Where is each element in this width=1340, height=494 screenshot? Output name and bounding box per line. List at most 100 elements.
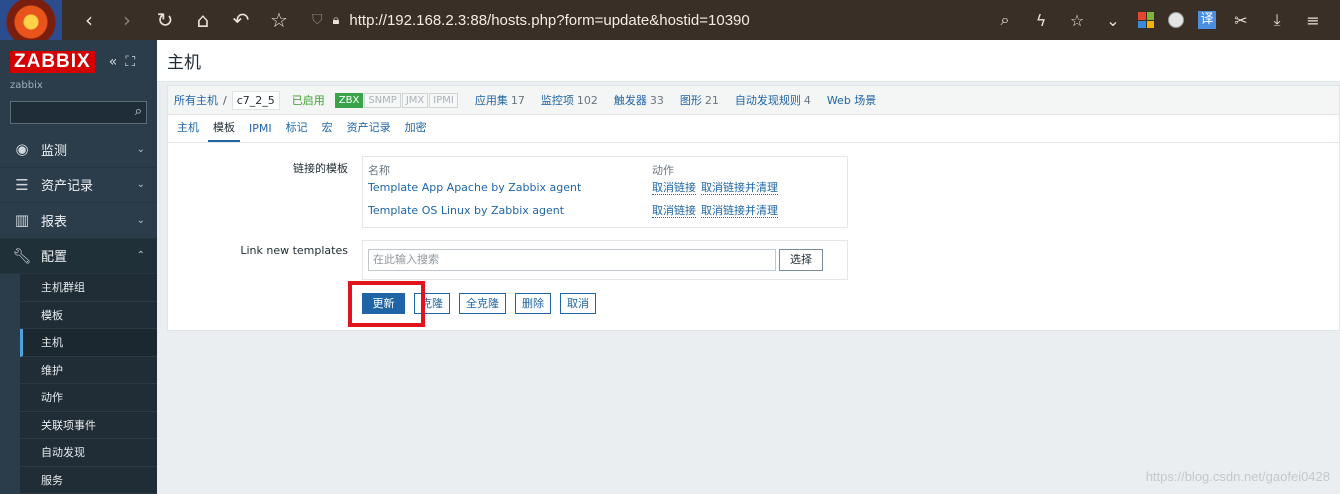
link-label: 应用集: [474, 94, 508, 107]
unlink-button[interactable]: 取消链接: [652, 204, 696, 218]
submenu-hosts[interactable]: 主机: [20, 329, 157, 357]
crumb-discovery-rules[interactable]: 自动发现规则 4: [735, 92, 811, 108]
link-count: 33: [649, 94, 664, 107]
breadcrumb: 所有主机 / c7_2_5 已启用 ZBX SNMP JMX IPMI 应用集 1…: [168, 86, 1339, 115]
badge-snmp: SNMP: [364, 92, 401, 108]
home-icon[interactable]: ⌂: [192, 10, 214, 30]
chevron-down-icon[interactable]: ⌄: [1102, 11, 1124, 30]
tab-host[interactable]: 主机: [172, 119, 204, 142]
server-name: zabbix: [10, 80, 43, 91]
select-button[interactable]: 选择: [779, 249, 823, 271]
host-form-panel: 所有主机 / c7_2_5 已启用 ZBX SNMP JMX IPMI 应用集 1…: [167, 85, 1340, 331]
bar-chart-icon: ▥: [14, 211, 30, 230]
kiosk-mode-icon[interactable]: ⛶: [125, 54, 135, 70]
link-label: 触发器: [613, 94, 647, 107]
submenu-host-groups[interactable]: 主机群组: [20, 274, 157, 302]
menu-inventory[interactable]: ☰ 资产记录 ⌄: [0, 168, 157, 203]
menu-label: 配置: [41, 250, 68, 266]
link-new-templates-box: 在此输入搜索 选择: [362, 240, 848, 280]
chevron-down-icon: ⌄: [136, 143, 145, 155]
link-label: 监控项: [540, 94, 574, 107]
main-menu: ◉ 监测 ⌄ ☰ 资产记录 ⌄ ▥ 报表 ⌄ 🔧︎ 配置 ⌃ 主机群组 模板 主…: [0, 132, 157, 494]
badge-ipmi: IPMI: [429, 92, 458, 108]
browser-right-tools: ⌕ ϟ ☆ ⌄ 译 ✂ ⤓ ≡: [994, 0, 1340, 40]
availability-badges: ZBX SNMP JMX IPMI: [334, 92, 459, 108]
sidebar-search-input[interactable]: ⌕: [10, 101, 147, 124]
scissors-icon[interactable]: ✂: [1230, 11, 1252, 30]
browser-nav: ‹ › ↻ ⌂ ↶ ☆: [78, 10, 290, 30]
column-name-header: 名称: [368, 164, 390, 177]
lightning-icon[interactable]: ϟ: [1030, 11, 1052, 30]
form-tabs: 主机 模板 IPMI 标记 宏 资产记录 加密: [168, 115, 1339, 143]
forward-icon[interactable]: ›: [116, 10, 138, 30]
menu-label: 报表: [41, 214, 68, 230]
tab-ipmi[interactable]: IPMI: [244, 122, 277, 142]
highlight-annotation: [348, 281, 425, 327]
search-icon[interactable]: ⌕: [994, 10, 1016, 30]
chevron-down-icon: ⌄: [136, 179, 145, 191]
insecure-lock-icon[interactable]: 🔒︎: [333, 13, 340, 28]
crumb-web-scenarios[interactable]: Web 场景: [827, 92, 876, 108]
template-search-input[interactable]: 在此输入搜索: [368, 249, 776, 271]
reload-icon[interactable]: ↻: [154, 10, 176, 30]
apps-grid-icon[interactable]: [1138, 12, 1154, 28]
favorite-star-icon[interactable]: ☆: [1066, 11, 1088, 30]
link-label: 自动发现规则: [734, 94, 801, 107]
submenu-maintenance[interactable]: 维护: [20, 357, 157, 384]
url-text[interactable]: http://192.168.2.3:88/hosts.php?form=upd…: [349, 12, 749, 29]
column-action-header: 动作: [652, 164, 674, 177]
translate-icon[interactable]: 译: [1198, 11, 1216, 29]
tab-tags[interactable]: 标记: [281, 119, 313, 142]
link-count: 17: [510, 94, 525, 107]
tab-encryption[interactable]: 加密: [400, 119, 432, 142]
full-clone-button[interactable]: 全克隆: [459, 293, 506, 314]
submenu-actions[interactable]: 动作: [20, 384, 157, 412]
link-label: 图形: [679, 94, 702, 107]
template-link[interactable]: Template OS Linux by Zabbix agent: [368, 204, 564, 217]
linked-templates-label: 链接的模板: [293, 162, 348, 175]
submenu-templates[interactable]: 模板: [20, 302, 157, 329]
menu-reports[interactable]: ▥ 报表 ⌄: [0, 203, 157, 239]
crumb-triggers[interactable]: 触发器 33: [614, 92, 664, 108]
status-enabled[interactable]: 已启用: [292, 92, 325, 108]
tab-macros[interactable]: 宏: [317, 119, 338, 142]
watermark: https://blog.csdn.net/gaofei0428: [1145, 469, 1330, 484]
tab-inventory[interactable]: 资产记录: [342, 119, 396, 142]
unlink-and-clear-button[interactable]: 取消链接并清理: [701, 181, 778, 195]
zabbix-logo[interactable]: ZABBIX: [10, 51, 95, 73]
crumb-all-hosts[interactable]: 所有主机: [174, 92, 218, 108]
crumb-separator: /: [223, 93, 227, 107]
menu-label: 监测: [41, 143, 68, 159]
tab-templates[interactable]: 模板: [208, 119, 240, 142]
chevron-up-icon: ⌃: [136, 250, 145, 262]
undo-icon[interactable]: ↶: [230, 10, 252, 30]
search-icon[interactable]: ⌕: [135, 104, 142, 119]
download-icon[interactable]: ⤓: [1266, 10, 1288, 30]
link-new-templates-label: Link new templates: [240, 244, 348, 257]
profile-avatar[interactable]: [0, 0, 62, 40]
submenu-discovery[interactable]: 自动发现: [20, 439, 157, 467]
crumb-applications[interactable]: 应用集 17: [475, 92, 525, 108]
configuration-submenu: 主机群组 模板 主机 维护 动作 关联项事件 自动发现 服务: [20, 274, 157, 494]
cancel-button[interactable]: 取消: [560, 293, 596, 314]
unlink-button[interactable]: 取消链接: [652, 181, 696, 195]
collapse-sidebar-icon[interactable]: «: [109, 54, 118, 70]
eye-icon: ◉: [15, 140, 29, 159]
menu-icon[interactable]: ≡: [1302, 11, 1324, 30]
crumb-graphs[interactable]: 图形 21: [680, 92, 719, 108]
back-icon[interactable]: ‹: [78, 10, 100, 30]
link-count: 102: [576, 94, 598, 107]
bookmark-star-icon[interactable]: ☆: [268, 10, 290, 30]
template-link[interactable]: Template App Apache by Zabbix agent: [368, 181, 581, 194]
badge-jmx: JMX: [401, 92, 429, 108]
address-bar[interactable]: ⛉ 🔒︎ http://192.168.2.3:88/hosts.php?for…: [312, 12, 750, 29]
menu-configuration[interactable]: 🔧︎ 配置 ⌃: [0, 238, 157, 274]
linked-templates-table: 名称 动作 Template App Apache by Zabbix agen…: [362, 156, 848, 228]
submenu-services[interactable]: 服务: [20, 467, 157, 494]
crumb-items[interactable]: 监控项 102: [541, 92, 598, 108]
globe-icon[interactable]: [1168, 12, 1184, 28]
unlink-and-clear-button[interactable]: 取消链接并清理: [701, 204, 778, 218]
menu-monitoring[interactable]: ◉ 监测 ⌄: [0, 132, 157, 168]
delete-button[interactable]: 删除: [515, 293, 551, 314]
submenu-event-correlation[interactable]: 关联项事件: [20, 412, 157, 439]
